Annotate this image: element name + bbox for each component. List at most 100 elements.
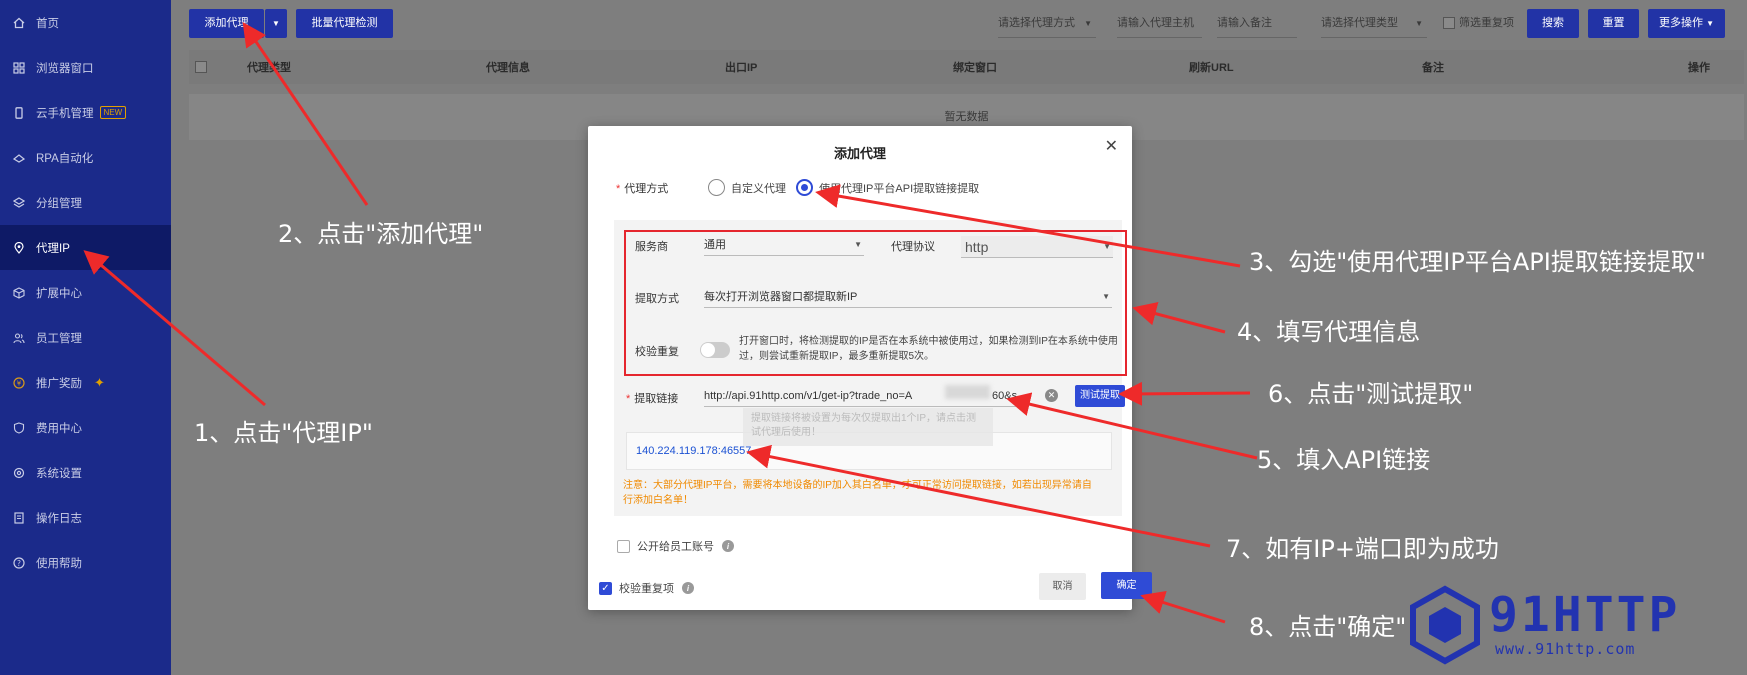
clear-icon[interactable]: ✕: [1045, 389, 1058, 402]
sidebar-item-label: 员工管理: [36, 332, 82, 345]
location-icon: [12, 241, 26, 255]
verify-dup-footer-checkbox[interactable]: ✓ 校验重复项 i: [599, 580, 694, 596]
remark-input[interactable]: 请输入备注: [1217, 9, 1297, 38]
sidebar-item-label: 系统设置: [36, 467, 82, 480]
phone-icon: [12, 106, 26, 120]
sidebar-item-staff[interactable]: 员工管理: [0, 315, 171, 360]
sidebar-item-label: RPA自动化: [36, 152, 94, 165]
sidebar-item-settings[interactable]: 系统设置: [0, 450, 171, 495]
annotation-highlight-box: [624, 230, 1127, 376]
sidebar-item-groups[interactable]: 分组管理: [0, 180, 171, 225]
sidebar-item-label: 费用中心: [36, 422, 82, 435]
remark-placeholder: 请输入备注: [1217, 17, 1272, 29]
gift-icon: ¥: [12, 376, 26, 390]
checkbox[interactable]: [617, 539, 630, 553]
sidebar-item-label: 操作日志: [36, 512, 82, 525]
logo-hexagon-icon: [1410, 585, 1480, 665]
sidebar: 首页 浏览器窗口 云手机管理 NEW RPA自动化 分组管理 代理IP 扩展中心…: [0, 0, 171, 675]
more-actions-button[interactable]: 更多操作 ▼: [1648, 9, 1725, 38]
host-input[interactable]: 请输入代理主机: [1117, 9, 1202, 38]
sidebar-item-label: 扩展中心: [36, 287, 82, 300]
sidebar-item-label: 浏览器窗口: [36, 62, 94, 75]
home-icon: [12, 16, 26, 30]
batch-check-button[interactable]: 批量代理检测: [296, 9, 393, 38]
sidebar-item-rpa[interactable]: RPA自动化: [0, 135, 171, 180]
confirm-button[interactable]: 确定: [1101, 572, 1152, 599]
annotation-step6: 6、点击"测试提取": [1268, 380, 1474, 408]
cancel-button[interactable]: 取消: [1039, 573, 1086, 600]
select-all-checkbox[interactable]: [195, 61, 207, 73]
filter-dup-checkbox[interactable]: 筛选重复项: [1443, 9, 1525, 38]
more-actions-label: 更多操作: [1659, 17, 1703, 29]
add-proxy-dropdown[interactable]: ▼: [265, 9, 287, 38]
annotation-step3: 3、勾选"使用代理IP平台API提取链接提取": [1249, 248, 1706, 276]
host-placeholder: 请输入代理主机: [1117, 17, 1194, 29]
col-remark: 备注: [1422, 62, 1444, 74]
info-icon: i: [722, 540, 734, 552]
annotation-step4: 4、填写代理信息: [1237, 318, 1421, 346]
close-icon[interactable]: ✕: [1105, 136, 1118, 156]
svg-text:¥: ¥: [17, 379, 22, 387]
grid-icon: [12, 61, 26, 75]
extract-link-value: http://api.91http.com/v1/get-ip?trade_no…: [704, 390, 913, 402]
sidebar-item-home[interactable]: 首页: [0, 0, 171, 45]
sparkle-icon: ✦: [94, 374, 105, 390]
annotation-step5: 5、填入API链接: [1257, 446, 1431, 474]
settings-icon: [12, 466, 26, 480]
help-icon: ?: [12, 556, 26, 570]
extract-link-tail: 60&s: [992, 390, 1018, 402]
radio-api-label: 使用代理IP平台API提取链接提取: [819, 182, 980, 195]
search-button[interactable]: 搜索: [1527, 9, 1579, 38]
proxy-type-select[interactable]: 请选择代理类型 ▼: [1321, 9, 1427, 38]
sidebar-item-label: 分组管理: [36, 197, 82, 210]
sidebar-item-help[interactable]: ? 使用帮助: [0, 540, 171, 585]
logo-url: www.91http.com: [1495, 640, 1636, 658]
dialog-title: 添加代理: [833, 146, 886, 161]
whitelist-warning: 注意：大部分代理IP平台，需要将本地设备的IP加入其白名单，才可正常访问提取链接…: [623, 480, 1092, 506]
sidebar-item-rewards[interactable]: ¥ 推广奖励 ✦: [0, 360, 171, 405]
proxy-method-label: * 代理方式: [616, 183, 669, 195]
proxy-method-select[interactable]: 请选择代理方式 ▼: [998, 9, 1096, 38]
sidebar-item-extensions[interactable]: 扩展中心: [0, 270, 171, 315]
radio-selected-icon: [796, 179, 813, 196]
add-proxy-button[interactable]: 添加代理: [189, 9, 264, 38]
verify-dup-footer-label: 校验重复项: [619, 583, 674, 595]
layers-icon: [12, 196, 26, 210]
radio-custom-proxy[interactable]: 自定义代理: [708, 179, 786, 196]
sidebar-item-label: 云手机管理: [36, 107, 94, 120]
checkbox-checked[interactable]: ✓: [599, 581, 612, 595]
info-icon: i: [682, 582, 694, 594]
sidebar-item-logs[interactable]: 操作日志: [0, 495, 171, 540]
col-bound-window: 绑定窗口: [953, 62, 997, 74]
chevron-down-icon: ▼: [1415, 19, 1423, 28]
annotation-step1: 1、点击"代理IP": [194, 419, 373, 447]
proxy-type-placeholder: 请选择代理类型: [1321, 17, 1398, 29]
filter-dup-label: 筛选重复项: [1459, 17, 1514, 29]
sidebar-item-label: 代理IP: [36, 242, 70, 255]
sidebar-item-label: 使用帮助: [36, 557, 82, 570]
chevron-down-icon: ▼: [1706, 19, 1714, 28]
chevron-down-icon: ▼: [272, 19, 280, 28]
redacted-token: [945, 385, 990, 399]
reset-button[interactable]: 重置: [1588, 9, 1639, 38]
brand-logo: 91HTTP www.91http.com: [1405, 585, 1705, 665]
radio-api-extract[interactable]: 使用代理IP平台API提取链接提取: [796, 179, 979, 196]
test-extract-button[interactable]: 测试提取: [1075, 385, 1125, 407]
sidebar-item-billing[interactable]: 费用中心: [0, 405, 171, 450]
col-exit-ip: 出口IP: [725, 62, 758, 74]
sidebar-item-label: 首页: [36, 17, 59, 30]
sidebar-item-browser[interactable]: 浏览器窗口: [0, 45, 171, 90]
annotation-step7: 7、如有IP+端口即为成功: [1226, 535, 1499, 563]
logo-name: 91HTTP: [1489, 587, 1681, 643]
table-header: 代理类型 代理信息 出口IP 绑定窗口 刷新URL 备注 操作: [189, 50, 1744, 84]
col-actions: 操作: [1688, 62, 1710, 74]
checkbox[interactable]: [1443, 17, 1455, 30]
extracted-ip: 140.224.119.178:46557: [636, 445, 752, 457]
sidebar-item-cloud-phone[interactable]: 云手机管理 NEW: [0, 90, 171, 135]
log-icon: [12, 511, 26, 525]
proxy-method-placeholder: 请选择代理方式: [998, 17, 1075, 29]
sidebar-item-proxy-ip[interactable]: 代理IP: [0, 225, 171, 270]
share-staff-checkbox[interactable]: 公开给员工账号 i: [617, 538, 734, 554]
shield-icon: [12, 421, 26, 435]
col-refresh-url: 刷新URL: [1189, 62, 1234, 74]
